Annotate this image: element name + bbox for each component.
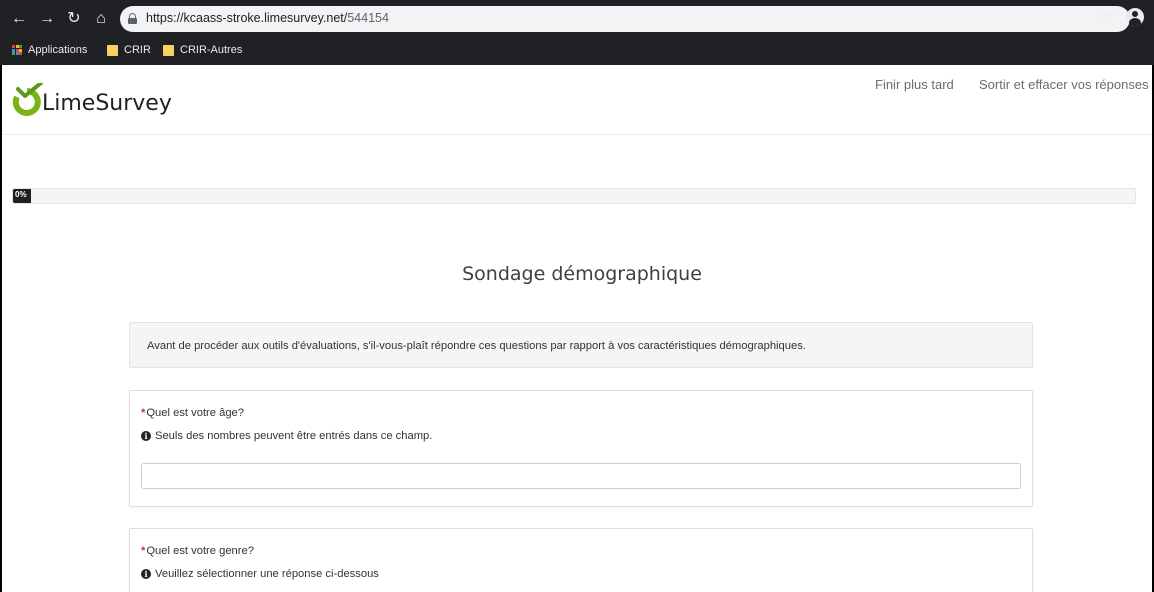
bookmark-label: CRIR <box>124 44 151 56</box>
browser-toolbar: ← → ↻ ⌂ https://kcaass-stroke.limesurvey… <box>0 0 1154 40</box>
question-text: *Quel est votre âge? <box>141 407 244 419</box>
question-label: Quel est votre genre? <box>146 545 254 557</box>
tip-text: Seuls des nombres peuvent être entrés da… <box>155 430 433 442</box>
reload-icon[interactable]: ↻ <box>63 8 85 30</box>
browser-chrome: ← → ↻ ⌂ https://kcaass-stroke.limesurvey… <box>0 0 1154 65</box>
info-icon: i <box>141 431 151 441</box>
mandatory-asterisk: * <box>141 407 146 419</box>
question-label: Quel est votre âge? <box>146 407 244 419</box>
mandatory-asterisk: * <box>141 545 146 557</box>
progress-bar: 0% <box>12 188 1136 204</box>
progress-label: 0% <box>15 190 27 199</box>
profile-avatar-icon[interactable] <box>1126 8 1144 26</box>
survey-description: Avant de procéder aux outils d'évaluatio… <box>129 322 1033 368</box>
exit-clear-link[interactable]: Sortir et effacer vos réponses <box>979 77 1149 92</box>
home-icon[interactable]: ⌂ <box>90 8 112 30</box>
forward-arrow-icon[interactable]: → <box>36 8 58 30</box>
question-tip: i Seuls des nombres peuvent être entrés d… <box>141 430 432 442</box>
lock-icon <box>128 13 137 24</box>
question-card-age: *Quel est votre âge? i Seuls des nombres … <box>129 390 1033 507</box>
limesurvey-logo[interactable]: LimeSurvey <box>10 79 190 119</box>
bookmark-label: Applications <box>28 44 88 56</box>
progress-fill: 0% <box>13 189 31 203</box>
url-text[interactable]: https://kcaass-stroke.limesurvey.net/544… <box>146 11 389 25</box>
logo-text: LimeSurvey <box>42 91 172 116</box>
back-arrow-icon[interactable]: ← <box>8 8 30 30</box>
bookmark-crir-autres[interactable]: CRIR-Autres <box>163 44 242 56</box>
site-header: LimeSurvey Finir plus tard Sortir et eff… <box>2 65 1152 135</box>
lime-logo-icon <box>12 83 43 116</box>
url-host: https://kcaass-stroke.limesurvey.net/ <box>146 11 348 25</box>
folder-icon <box>107 44 118 56</box>
apps-grid-icon <box>12 45 22 55</box>
question-text: *Quel est votre genre? <box>141 545 254 557</box>
info-icon: i <box>141 569 151 579</box>
bookmarks-bar: Applications CRIR CRIR-Autres <box>0 40 1154 65</box>
folder-icon <box>163 44 174 56</box>
url-path: 544154 <box>347 11 389 25</box>
address-bar[interactable]: https://kcaass-stroke.limesurvey.net/544… <box>120 6 1130 32</box>
tip-text: Veuillez sélectionner une réponse ci-des… <box>155 568 379 580</box>
bookmark-applications[interactable]: Applications <box>12 44 87 56</box>
age-input[interactable] <box>141 463 1021 489</box>
survey-title: Sondage démographique <box>462 263 702 285</box>
bookmark-star-icon[interactable]: ☆ <box>1101 8 1114 26</box>
question-tip: i Veuillez sélectionner une réponse ci-de… <box>141 568 379 580</box>
survey-page: LimeSurvey Finir plus tard Sortir et eff… <box>2 65 1152 592</box>
bookmark-label: CRIR-Autres <box>180 44 243 56</box>
question-card-gender: *Quel est votre genre? i Veuillez sélecti… <box>129 528 1033 592</box>
description-text: Avant de procéder aux outils d'évaluatio… <box>147 340 806 352</box>
finish-later-link[interactable]: Finir plus tard <box>875 77 954 92</box>
bookmark-crir[interactable]: CRIR <box>107 44 151 56</box>
